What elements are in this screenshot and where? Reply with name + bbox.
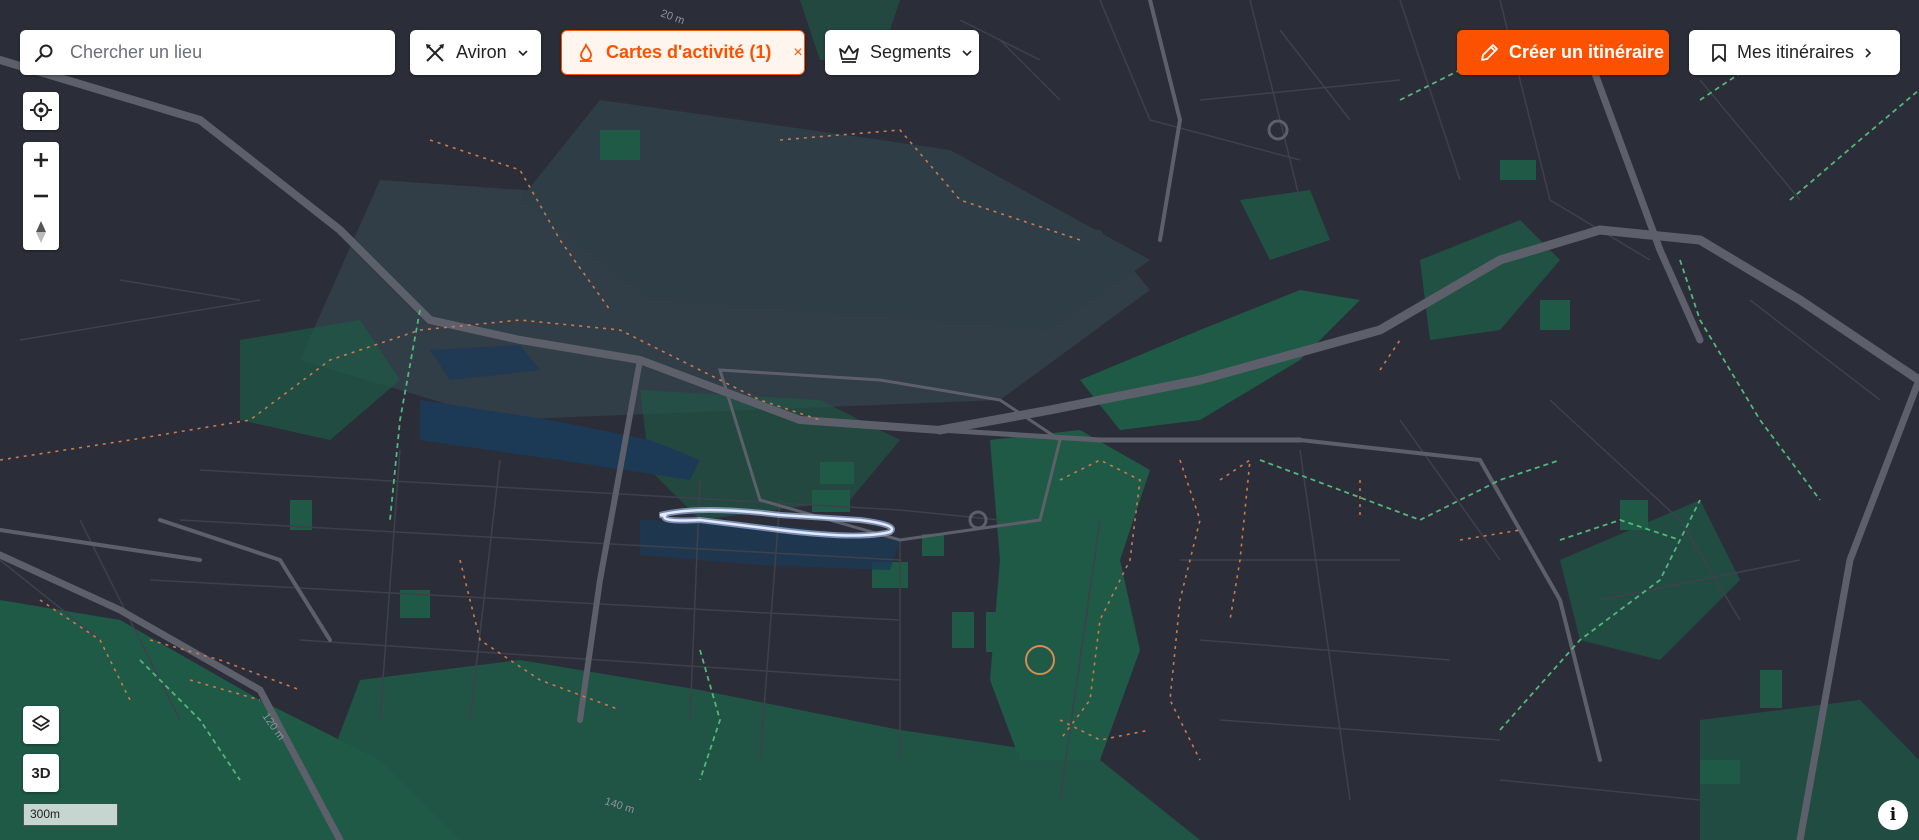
toggle-3d-button[interactable]: 3D [23, 754, 59, 792]
segments-filter-dropdown[interactable]: Segments [825, 30, 979, 75]
minus-icon [34, 194, 48, 198]
info-icon[interactable]: i [1878, 800, 1908, 830]
sport-filter-dropdown[interactable]: Aviron [410, 30, 541, 75]
locate-me-button[interactable] [23, 92, 59, 130]
create-route-label: Créer un itinéraire [1509, 42, 1665, 62]
close-icon[interactable]: × [793, 44, 802, 62]
my-routes-button[interactable]: Mes itinéraires [1689, 30, 1900, 75]
heatmap-filter-label: Cartes d'activité (1) [606, 42, 772, 62]
search-box[interactable] [20, 30, 395, 75]
layers-icon [32, 715, 50, 731]
crosshair-icon [30, 99, 52, 121]
my-routes-label: Mes itinéraires [1737, 42, 1855, 62]
scale-bar: 300m [23, 804, 118, 826]
chevron-right-icon [1865, 47, 1872, 58]
segments-filter-label: Segments [870, 42, 952, 62]
search-input[interactable] [70, 42, 370, 63]
map-layers-button[interactable] [23, 706, 59, 744]
plus-icon [34, 153, 48, 167]
chevron-down-icon [518, 49, 528, 56]
chevron-down-icon [962, 49, 972, 56]
search-icon [34, 44, 53, 62]
map-layers-control[interactable] [23, 706, 59, 742]
compass-button[interactable] [23, 214, 59, 250]
locate-me-control[interactable] [23, 92, 59, 128]
toggle-3d-label: 3D [31, 764, 51, 782]
rowing-icon [426, 43, 444, 62]
compass-icon [36, 221, 46, 243]
zoom-controls [23, 142, 59, 250]
sport-filter-label: Aviron [456, 42, 507, 62]
bookmark-icon [1712, 43, 1726, 62]
create-route-button[interactable]: Créer un itinéraire [1457, 30, 1669, 75]
heatmap-filter-chip[interactable]: Cartes d'activité (1) × [561, 30, 805, 75]
pencil-icon [1481, 43, 1498, 61]
heatmap-flame-icon [580, 42, 592, 62]
zoom-in-button[interactable] [23, 142, 59, 178]
segment-crown-icon [839, 44, 859, 63]
map-canvas[interactable]: 20 m 120 m 140 m [0, 0, 1919, 840]
zoom-out-button[interactable] [23, 178, 59, 214]
